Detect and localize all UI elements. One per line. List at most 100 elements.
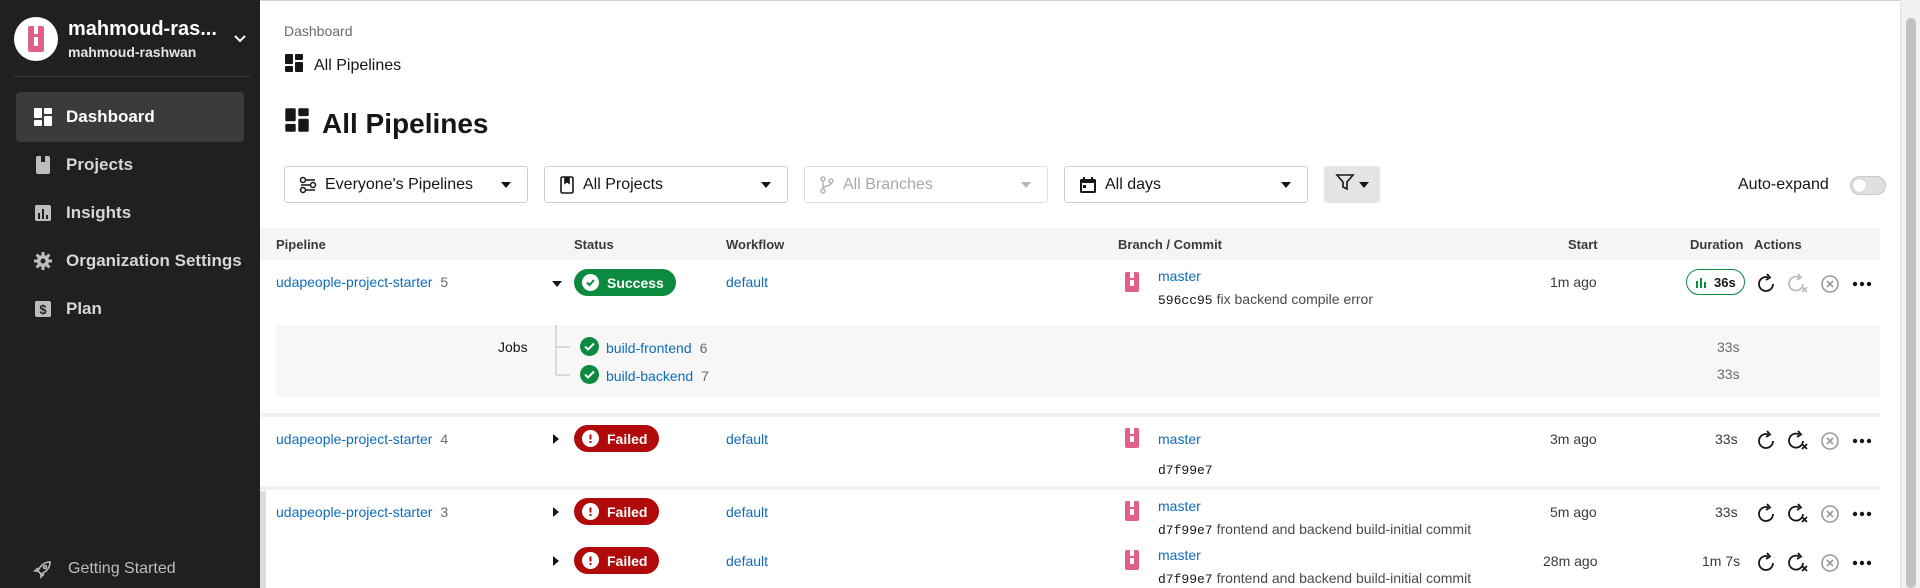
duration-value: 33s — [1715, 504, 1738, 520]
commit-cell: 596cc95 fix backend compile error — [1158, 291, 1373, 308]
job-number: 6 — [699, 340, 708, 356]
breadcrumb-page-label: All Pipelines — [314, 56, 402, 74]
commit-hash[interactable]: 596cc95 — [1158, 293, 1213, 308]
workflow-link[interactable]: default — [726, 274, 768, 290]
status-label: Failed — [607, 503, 648, 520]
expand-toggle-icon[interactable] — [553, 434, 559, 444]
duration-insights-pill[interactable]: 36s — [1686, 269, 1745, 295]
gear-icon — [32, 250, 54, 272]
col-start: Start — [1568, 237, 1598, 252]
pipelines-filter[interactable]: Everyone's Pipelines — [284, 166, 528, 203]
pipeline-link[interactable]: udapeople-project-starter — [276, 504, 432, 520]
row-divider — [260, 413, 1880, 417]
commit-hash[interactable]: d7f99e7 — [1158, 463, 1213, 478]
org-username: mahmoud-rashwan — [68, 44, 197, 60]
cancel-icon — [1818, 429, 1842, 453]
chevron-down-icon — [230, 29, 250, 49]
caret-down-icon — [501, 182, 511, 188]
pipelines-filter-value: Everyone's Pipelines — [325, 175, 474, 193]
table-header: Pipeline Status Workflow Branch / Commit… — [260, 228, 1880, 260]
collapse-toggle-icon[interactable] — [552, 281, 562, 287]
more-icon[interactable] — [1850, 502, 1874, 526]
branch-link[interactable]: master — [1158, 268, 1201, 284]
job-duration: 33s — [1717, 339, 1740, 355]
status-label: Failed — [607, 552, 648, 569]
sidebar-item-label: Dashboard — [66, 107, 155, 126]
workflow-link[interactable]: default — [726, 504, 768, 520]
col-duration: Duration — [1690, 237, 1744, 252]
page-scrollbar[interactable] — [1900, 0, 1920, 588]
sidebar-item-plan[interactable]: $ Plan — [16, 284, 244, 334]
status-badge[interactable]: Failed — [574, 425, 660, 452]
row-divider — [260, 486, 1880, 490]
start-time: 3m ago — [1550, 431, 1597, 447]
workflow-link[interactable]: default — [726, 431, 768, 447]
breadcrumb-current: All Pipelines — [284, 53, 401, 78]
branch-link[interactable]: master — [1158, 547, 1201, 563]
rerun-failed-icon[interactable] — [1786, 502, 1810, 526]
pipeline-cell: udapeople-project-starter 4 — [276, 431, 448, 447]
branch-link[interactable]: master — [1158, 431, 1201, 447]
repo-icon — [1125, 550, 1139, 570]
branch-link[interactable]: master — [1158, 498, 1201, 514]
svg-text:$: $ — [39, 302, 47, 317]
alert-icon — [582, 430, 599, 447]
sidebar-item-dashboard[interactable]: Dashboard — [16, 92, 244, 142]
rerun-icon[interactable] — [1754, 272, 1778, 296]
commit-message: frontend and backend build-initial commi… — [1216, 570, 1472, 586]
breadcrumb-dashboard[interactable]: Dashboard — [284, 23, 353, 39]
rerun-failed-icon[interactable] — [1786, 551, 1810, 575]
sidebar-item-insights[interactable]: Insights — [16, 188, 244, 238]
pipeline-cell: udapeople-project-starter 3 — [276, 504, 448, 520]
scrollbar-thumb[interactable] — [1906, 18, 1916, 588]
more-icon[interactable] — [1850, 429, 1874, 453]
check-circle-icon — [580, 337, 599, 359]
cancel-icon — [1818, 272, 1842, 296]
status-badge[interactable]: Failed — [574, 547, 660, 574]
rerun-failed-icon[interactable] — [1786, 429, 1810, 453]
rerun-icon[interactable] — [1754, 502, 1778, 526]
duration-value: 1m 7s — [1702, 553, 1741, 569]
projects-filter[interactable]: All Projects — [544, 166, 788, 203]
days-filter-value: All days — [1105, 175, 1162, 193]
job-link[interactable]: build-frontend — [606, 340, 692, 356]
dollar-icon: $ — [32, 298, 54, 320]
rerun-icon[interactable] — [1754, 429, 1778, 453]
duration-value: 36s — [1714, 274, 1736, 290]
org-switcher[interactable]: mahmoud-ras... mahmoud-rashwan — [14, 14, 250, 64]
status-label: Success — [607, 274, 664, 291]
auto-expand-label: Auto-expand — [1738, 176, 1829, 193]
days-filter[interactable]: All days — [1064, 166, 1308, 203]
sidebar-item-organization-settings[interactable]: Organization Settings — [16, 236, 244, 286]
caret-down-icon — [761, 182, 771, 188]
auto-expand-toggle[interactable] — [1850, 176, 1886, 195]
duration-value: 33s — [1715, 431, 1738, 447]
pipeline-link[interactable]: udapeople-project-starter — [276, 431, 432, 447]
sidebar-item-projects[interactable]: Projects — [16, 140, 244, 190]
rerun-icon[interactable] — [1754, 551, 1778, 575]
more-icon[interactable] — [1850, 551, 1874, 575]
expand-toggle-icon[interactable] — [553, 507, 559, 517]
pipeline-number: 4 — [440, 431, 449, 447]
status-badge[interactable]: Failed — [574, 498, 660, 525]
status-badge[interactable]: Success — [574, 269, 676, 296]
job-number: 7 — [701, 368, 709, 384]
more-icon[interactable] — [1850, 272, 1874, 296]
commit-cell: d7f99e7 frontend and backend build-initia… — [1158, 521, 1471, 538]
filter-icon — [1335, 172, 1355, 197]
pipeline-link[interactable]: udapeople-project-starter — [276, 274, 432, 290]
workflow-link[interactable]: default — [726, 553, 768, 569]
getting-started-link[interactable]: Getting Started — [32, 558, 176, 580]
page-title-text: All Pipelines — [322, 107, 489, 139]
jobs-panel: Jobs build-frontend 6 build-backend 7 33s … — [276, 325, 1880, 397]
calendar-icon — [1079, 176, 1097, 194]
advanced-filter-button[interactable] — [1324, 166, 1380, 203]
sidebar: mahmoud-ras... mahmoud-rashwan Dashboard… — [0, 0, 260, 588]
rocket-icon — [32, 558, 54, 580]
commit-hash[interactable]: d7f99e7 — [1158, 572, 1213, 587]
expand-toggle-icon[interactable] — [553, 556, 559, 566]
rerun-failed-icon — [1786, 272, 1810, 296]
job-link[interactable]: build-backend — [606, 368, 693, 384]
repo-icon — [1125, 428, 1139, 448]
commit-hash[interactable]: d7f99e7 — [1158, 523, 1213, 538]
